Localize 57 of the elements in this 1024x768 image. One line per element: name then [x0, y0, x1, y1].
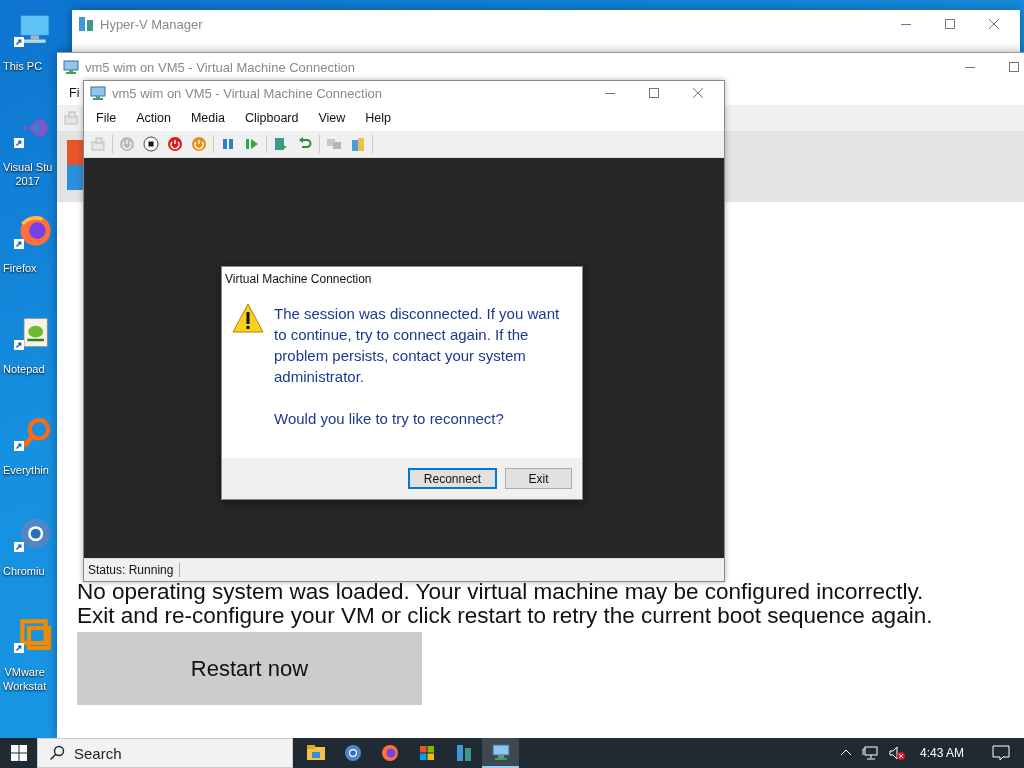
dialog-message: The session was disconnected. If you want to continue, try to connect again. If the problem persists, contact your system administrator. — [274, 304, 561, 387]
taskbar-button[interactable] — [482, 738, 519, 768]
icon-label: Chromiu — [2, 564, 45, 578]
restart-button[interactable]: Restart now — [77, 632, 422, 705]
error-message: Exit and re-configure your VM or click restart to retry the current boot sequence again. — [77, 604, 934, 628]
squares-icon[interactable] — [14, 618, 54, 653]
globe-icon — [379, 743, 400, 763]
window-title: vm5 wim on VM5 - Virtual Machine Connection — [85, 59, 355, 75]
error-message: No operating system was loaded. Your virtual machine may be configured incorrectly. — [77, 580, 925, 604]
menu-item[interactable]: Media — [182, 109, 233, 127]
server-icon[interactable] — [273, 136, 289, 152]
dialog-question: Would you like to try to reconnect? — [274, 409, 505, 429]
menu-item[interactable]: Fi — [61, 84, 88, 102]
power-icon[interactable] — [191, 136, 207, 152]
warning-icon — [232, 303, 264, 333]
power-icon[interactable] — [167, 136, 183, 152]
icon-label: Notepad — [2, 362, 45, 376]
notification-icon[interactable] — [992, 744, 1010, 762]
speaker-icon[interactable] — [887, 745, 906, 761]
maximize-icon[interactable] — [648, 87, 660, 99]
server-icon — [78, 16, 94, 32]
icon-label: Firefox — [2, 261, 37, 275]
pause-icon[interactable] — [220, 136, 236, 152]
search-field[interactable]: Search — [37, 738, 293, 768]
dialog-button[interactable]: Exit — [505, 468, 572, 489]
menu-item[interactable]: View — [310, 109, 354, 127]
network-icon[interactable] — [861, 745, 878, 761]
icon-label: This PC — [2, 59, 43, 73]
icon-label: Everythin — [2, 463, 49, 477]
dialog-title: Virtual Machine Connection — [224, 271, 373, 288]
status-text: Status: Running — [84, 563, 181, 577]
icon-label: VMware Workstat — [2, 665, 47, 693]
menu-item[interactable]: Action — [128, 109, 179, 127]
window-title: vm5 wim on VM5 - Virtual Machine Connection — [112, 85, 382, 101]
icon-label: Visual Stu 2017 — [2, 160, 53, 188]
dialog-button[interactable]: Reconnect — [408, 468, 497, 489]
maximize-icon[interactable] — [944, 18, 956, 30]
search-icon — [49, 745, 65, 761]
ring-icon — [342, 743, 363, 763]
clock[interactable]: 4:43 AM — [919, 746, 964, 760]
ring-icon[interactable] — [14, 517, 54, 552]
globe-icon[interactable] — [14, 214, 54, 249]
window-title: Hyper-V Manager — [100, 16, 203, 32]
menu-item[interactable]: File — [88, 109, 125, 127]
monitor-icon — [490, 742, 511, 762]
stop-icon[interactable] — [143, 136, 159, 152]
close-icon[interactable] — [988, 18, 1000, 30]
play-icon[interactable] — [244, 136, 260, 152]
menu-item[interactable]: Help — [357, 109, 400, 127]
close-icon[interactable] — [692, 87, 704, 99]
maximize-icon[interactable] — [1008, 61, 1020, 73]
windows-icon[interactable] — [10, 745, 27, 761]
server-icon[interactable] — [350, 136, 366, 152]
menu-item[interactable]: Clipboard — [236, 109, 307, 127]
monitor-icon — [63, 59, 79, 75]
monitor-icon — [90, 85, 106, 101]
folder-icon — [305, 743, 326, 763]
